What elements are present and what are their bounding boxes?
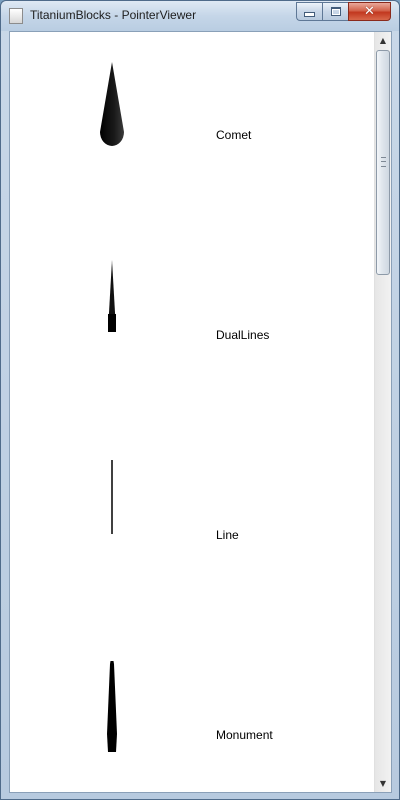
pointer-viewer-panel: Comet DualLines Line Monument ▲ ▼ — [9, 31, 392, 793]
scrollbar-thumb[interactable] — [376, 50, 390, 275]
caption-buttons: ✕ — [296, 2, 391, 21]
monument-pointer-icon — [107, 661, 117, 752]
duallines-pointer-icon — [108, 260, 116, 332]
comet-pointer-icon — [100, 62, 124, 146]
arrow-down-icon: ▼ — [379, 779, 387, 788]
maximize-icon — [330, 7, 341, 16]
pointer-row-line: Line — [10, 432, 375, 632]
pointer-row-comet: Comet — [10, 32, 375, 232]
pointer-label: Monument — [216, 728, 273, 742]
app-window: TitaniumBlocks - PointerViewer ✕ Comet D… — [0, 0, 400, 800]
window-title: TitaniumBlocks - PointerViewer — [30, 8, 197, 22]
close-icon: ✕ — [364, 4, 375, 19]
pointer-label: Line — [216, 528, 239, 542]
arrow-up-icon: ▲ — [379, 36, 387, 45]
maximize-button[interactable] — [322, 2, 348, 21]
scroll-up-button[interactable]: ▲ — [375, 32, 391, 49]
pointer-label: Comet — [216, 128, 252, 142]
pointer-row-duallines: DualLines — [10, 232, 375, 432]
vertical-scrollbar[interactable]: ▲ ▼ — [374, 32, 391, 792]
pointer-label: DualLines — [216, 328, 270, 342]
minimize-icon — [304, 12, 315, 17]
scroll-down-button[interactable]: ▼ — [375, 775, 391, 792]
app-icon — [9, 8, 23, 24]
minimize-button[interactable] — [296, 2, 322, 21]
pointer-list[interactable]: Comet DualLines Line Monument — [10, 32, 375, 792]
title-bar[interactable]: TitaniumBlocks - PointerViewer ✕ — [1, 1, 399, 31]
pointer-row-monument: Monument — [10, 632, 375, 792]
close-button[interactable]: ✕ — [348, 2, 391, 21]
grip-icon — [381, 157, 386, 167]
line-pointer-icon — [111, 460, 113, 534]
